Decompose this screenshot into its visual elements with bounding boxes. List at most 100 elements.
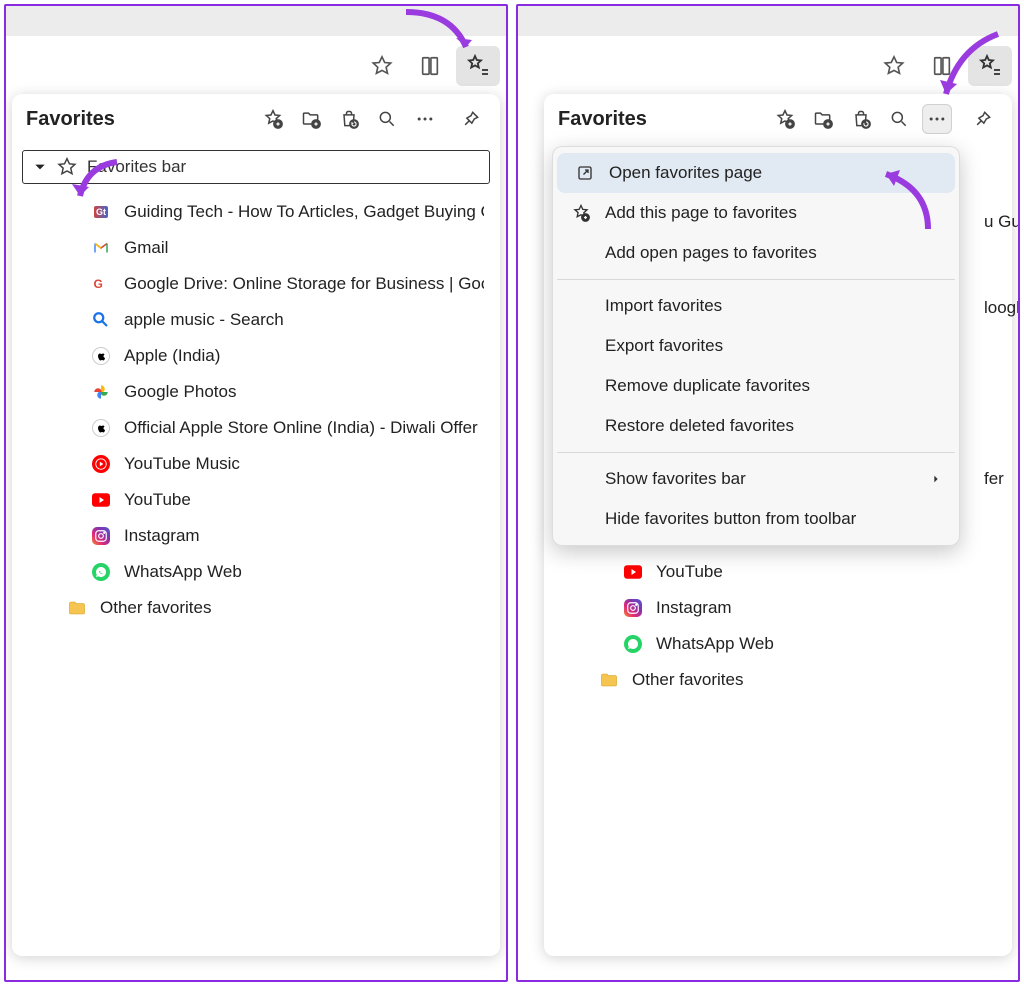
favorites-list-partial: YouTube Instagram WhatsApp Web Other fav… bbox=[544, 550, 1012, 698]
ctx-export-favorites[interactable]: Export favorites bbox=[553, 326, 959, 366]
favicon-instagram bbox=[624, 599, 642, 617]
favorite-item[interactable]: YouTube Music bbox=[12, 446, 500, 482]
favicon-gphotos bbox=[92, 383, 110, 401]
favorites-title: Favorites bbox=[558, 108, 762, 131]
favorite-item[interactable]: Instagram bbox=[12, 518, 500, 554]
partial-text-row2: loogle bbox=[984, 298, 1020, 318]
favorite-item[interactable]: apple music - Search bbox=[12, 302, 500, 338]
favicon-whatsapp bbox=[624, 635, 642, 653]
add-folder-icon[interactable] bbox=[808, 104, 838, 134]
ctx-add-this-page[interactable]: Add this page to favorites bbox=[553, 193, 959, 233]
favorites-toolbar-button[interactable] bbox=[456, 46, 500, 86]
ctx-label: Open favorites page bbox=[609, 163, 762, 183]
ctx-add-open-pages[interactable]: Add open pages to favorites bbox=[553, 233, 959, 273]
svg-text:G: G bbox=[94, 277, 103, 291]
bookmark-star-button[interactable] bbox=[360, 46, 404, 86]
folder-icon bbox=[600, 671, 618, 689]
favorite-label: Guiding Tech - How To Articles, Gadget B… bbox=[124, 202, 484, 222]
ctx-open-favorites-page[interactable]: Open favorites page bbox=[557, 153, 955, 193]
favorite-item[interactable]: YouTube bbox=[544, 554, 1012, 590]
favorite-label: apple music - Search bbox=[124, 310, 284, 330]
favorites-bar-label: Favorites bar bbox=[87, 157, 186, 177]
favorites-context-menu: Open favorites page Add this page to fav… bbox=[552, 146, 960, 546]
screenshot-left-panel: Favorites bbox=[4, 4, 508, 982]
pin-icon[interactable] bbox=[968, 104, 998, 134]
collections-button[interactable] bbox=[920, 46, 964, 86]
favicon-instagram bbox=[92, 527, 110, 545]
ctx-restore-deleted[interactable]: Restore deleted favorites bbox=[553, 406, 959, 446]
ctx-show-favorites-bar[interactable]: Show favorites bar bbox=[553, 459, 959, 499]
favorite-item[interactable]: Gt Guiding Tech - How To Articles, Gadge… bbox=[12, 194, 500, 230]
favorite-item[interactable]: WhatsApp Web bbox=[544, 626, 1012, 662]
favicon-ytmusic bbox=[92, 455, 110, 473]
favorites-toolbar-button[interactable] bbox=[968, 46, 1012, 86]
add-favorite-icon[interactable] bbox=[770, 104, 800, 134]
more-options-icon[interactable] bbox=[922, 104, 952, 134]
favicon-youtube bbox=[624, 563, 642, 581]
favorite-item[interactable]: G Google Drive: Online Storage for Busin… bbox=[12, 266, 500, 302]
favorite-item[interactable]: YouTube bbox=[12, 482, 500, 518]
search-favorites-icon[interactable] bbox=[372, 104, 402, 134]
favorite-label: YouTube Music bbox=[124, 454, 240, 474]
favorites-header: Favorites bbox=[12, 94, 500, 144]
favorite-item[interactable]: Instagram bbox=[544, 590, 1012, 626]
favorite-item[interactable]: Official Apple Store Online (India) - Di… bbox=[12, 410, 500, 446]
favorite-label: Google Drive: Online Storage for Busines… bbox=[124, 274, 484, 294]
browser-toolbar bbox=[6, 36, 506, 94]
favorite-label: WhatsApp Web bbox=[124, 562, 242, 582]
favorites-bar-folder[interactable]: Favorites bar bbox=[22, 150, 490, 184]
ctx-label: Import favorites bbox=[605, 296, 722, 316]
more-options-icon[interactable] bbox=[410, 104, 440, 134]
other-favorites-label: Other favorites bbox=[100, 598, 212, 618]
star-plus-icon bbox=[571, 203, 591, 223]
chevron-right-icon bbox=[931, 469, 941, 489]
pin-icon[interactable] bbox=[456, 104, 486, 134]
favorite-label: Apple (India) bbox=[124, 346, 220, 366]
add-favorite-icon[interactable] bbox=[258, 104, 288, 134]
favicon-apple bbox=[92, 347, 110, 365]
ctx-label: Add open pages to favorites bbox=[605, 243, 817, 263]
favicon-apple bbox=[92, 419, 110, 437]
favorite-item[interactable]: Google Photos bbox=[12, 374, 500, 410]
favorite-label: YouTube bbox=[656, 562, 723, 582]
chevron-down-icon bbox=[33, 160, 47, 174]
browser-tab-strip bbox=[6, 6, 506, 36]
collections-button[interactable] bbox=[408, 46, 452, 86]
ctx-separator bbox=[557, 279, 955, 280]
add-folder-icon[interactable] bbox=[296, 104, 326, 134]
other-favorites-label: Other favorites bbox=[632, 670, 744, 690]
favorite-item[interactable]: Gmail bbox=[12, 230, 500, 266]
favorite-label: Official Apple Store Online (India) - Di… bbox=[124, 418, 478, 438]
screenshot-right-panel: Favorites u Guid loogle fer bbox=[516, 4, 1020, 982]
favorite-item[interactable]: Apple (India) bbox=[12, 338, 500, 374]
favicon-guidingtech: Gt bbox=[92, 203, 110, 221]
partial-text-row3: fer bbox=[984, 469, 1004, 489]
ctx-separator bbox=[557, 452, 955, 453]
restore-favorites-icon[interactable] bbox=[846, 104, 876, 134]
favicon-gdrive: G bbox=[92, 275, 110, 293]
other-favorites-folder[interactable]: Other favorites bbox=[12, 590, 500, 626]
favicon-youtube bbox=[92, 491, 110, 509]
browser-tab-strip bbox=[518, 6, 1018, 36]
favorite-label: Instagram bbox=[124, 526, 200, 546]
search-favorites-icon[interactable] bbox=[884, 104, 914, 134]
favorite-label: YouTube bbox=[124, 490, 191, 510]
ctx-label: Hide favorites button from toolbar bbox=[605, 509, 856, 529]
favorites-header: Favorites bbox=[544, 94, 1012, 144]
partial-text-row1: u Guid bbox=[984, 212, 1020, 232]
favicon-search bbox=[92, 311, 110, 329]
bookmark-star-button[interactable] bbox=[872, 46, 916, 86]
favorites-title: Favorites bbox=[26, 108, 250, 131]
browser-toolbar bbox=[518, 36, 1018, 94]
favorite-item[interactable]: WhatsApp Web bbox=[12, 554, 500, 590]
ctx-remove-duplicates[interactable]: Remove duplicate favorites bbox=[553, 366, 959, 406]
other-favorites-folder[interactable]: Other favorites bbox=[544, 662, 1012, 698]
ctx-label: Show favorites bar bbox=[605, 469, 746, 489]
star-outline-icon bbox=[57, 157, 77, 177]
favorite-label: Instagram bbox=[656, 598, 732, 618]
ctx-label: Add this page to favorites bbox=[605, 203, 797, 223]
ctx-hide-favorites-button[interactable]: Hide favorites button from toolbar bbox=[553, 499, 959, 539]
restore-favorites-icon[interactable] bbox=[334, 104, 364, 134]
ctx-import-favorites[interactable]: Import favorites bbox=[553, 286, 959, 326]
open-page-icon bbox=[575, 163, 595, 183]
